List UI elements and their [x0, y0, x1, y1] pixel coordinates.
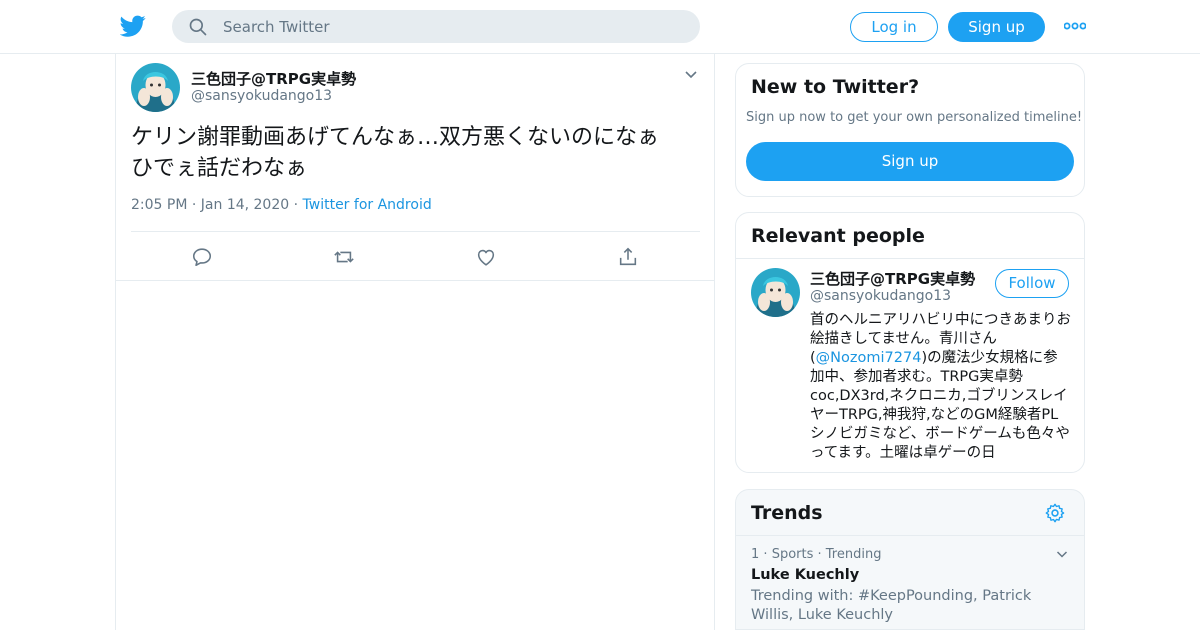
person-handle[interactable]: @sansyokudango13 [810, 288, 951, 304]
bio-mention-link[interactable]: @Nozomi7274 [816, 350, 922, 366]
top-bar: Search Twitter Log in Sign up [0, 0, 1200, 54]
card-subtitle: Sign up now to get your own personalized… [746, 110, 1083, 125]
signup-button[interactable]: Sign up [948, 12, 1045, 42]
meta-separator: · [293, 197, 303, 213]
relevant-people-card: Relevant people 三色団子@TRPG実卓勢 @sansyokuda… [735, 212, 1085, 473]
card-title: New to Twitter? [751, 76, 920, 98]
new-to-twitter-card: New to Twitter? Sign up now to get your … [735, 63, 1085, 197]
bio-text: )の魔法少女規格に参加中、参加者求む。TRPG実卓勢coc,DX3rd,ネクロニ… [810, 350, 1070, 461]
trend-related: Trending with: #KeepPounding, Patrick Wi… [751, 588, 1032, 623]
avatar[interactable] [131, 63, 180, 112]
tweet-text-line: ひでぇ話だわなぁ [131, 156, 308, 181]
reply-icon[interactable] [191, 246, 213, 268]
tweet-date[interactable]: Jan 14, 2020 [201, 197, 289, 213]
card-title: Relevant people [751, 225, 925, 247]
more-dots-icon[interactable] [1064, 18, 1086, 34]
signup-button[interactable]: Sign up [746, 142, 1074, 181]
share-icon[interactable] [617, 246, 639, 268]
gear-icon[interactable] [1044, 502, 1066, 524]
search-input[interactable]: Search Twitter [172, 10, 700, 43]
divider [736, 258, 1084, 259]
divider [116, 280, 714, 281]
tweet-source[interactable]: Twitter for Android [303, 197, 432, 213]
trend-rank: 1 [751, 547, 760, 562]
trends-card: Trends 1 · Sports · Trending Luke Kuechl… [735, 489, 1085, 630]
search-icon [189, 18, 207, 36]
tweet-author-handle[interactable]: @sansyokudango13 [191, 88, 332, 104]
trend-category: Sports [771, 547, 814, 562]
chevron-down-icon[interactable] [684, 70, 698, 80]
divider [131, 231, 700, 232]
twitter-bird-icon[interactable] [120, 13, 146, 39]
avatar[interactable] [751, 268, 800, 317]
tweet-column: 三色団子@TRPG実卓勢 @sansyokudango13 ケリン謝罪動画あげて… [115, 54, 715, 630]
meta-separator: · [817, 547, 826, 562]
retweet-icon[interactable] [333, 246, 355, 268]
card-title: Trends [751, 502, 823, 524]
meta-separator: · [191, 197, 201, 213]
meta-separator: · [763, 547, 772, 562]
follow-button[interactable]: Follow [995, 269, 1069, 298]
login-button[interactable]: Log in [850, 12, 938, 42]
person-name[interactable]: 三色団子@TRPG実卓勢 [810, 268, 975, 289]
tweet-text: ケリン謝罪動画あげてんなぁ…双方悪くないのになぁ ひでぇ話だわなぁ [131, 122, 701, 184]
person-bio: 首のヘルニアリハビリ中につきあまりお絵描きしてません。青川さん(@Nozomi7… [810, 311, 1072, 463]
trend-name[interactable]: Luke Kuechly [751, 567, 859, 583]
search-placeholder: Search Twitter [223, 18, 330, 36]
tweet-time[interactable]: 2:05 PM [131, 197, 187, 213]
divider [736, 535, 1084, 536]
trend-status: Trending [825, 547, 882, 562]
tweet-text-line: ケリン謝罪動画あげてんなぁ…双方悪くないのになぁ [131, 125, 660, 150]
tweet-metadata: 2:05 PM · Jan 14, 2020 · Twitter for And… [131, 197, 432, 213]
chevron-down-icon[interactable] [1056, 550, 1068, 559]
tweet-author-name[interactable]: 三色団子@TRPG実卓勢 [191, 68, 356, 89]
like-icon[interactable] [475, 246, 497, 268]
trend-meta: 1 · Sports · Trending [751, 547, 881, 562]
